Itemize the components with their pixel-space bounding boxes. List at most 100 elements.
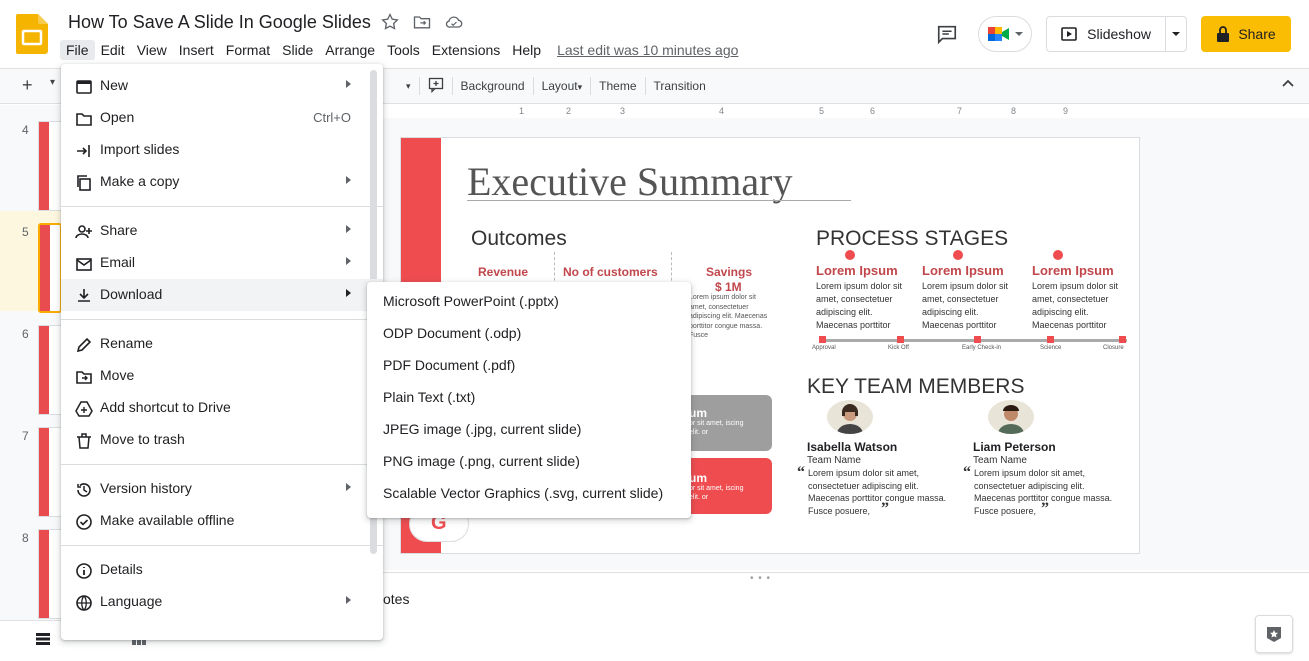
slide-thumbnail-row[interactable]: 8	[0, 517, 62, 619]
quote-close-icon: ”	[881, 500, 889, 517]
member-name[interactable]: Liam Peterson	[973, 440, 1056, 454]
slide-title[interactable]: Executive Summary	[467, 158, 792, 205]
list-view-icon[interactable]	[36, 633, 50, 645]
share-button[interactable]: Share	[1201, 16, 1291, 52]
outcome-column-revenue[interactable]: Revenue	[478, 265, 528, 279]
new-slide-plus-icon[interactable]: +	[22, 75, 33, 96]
menu-item-new[interactable]: New	[61, 70, 383, 102]
comment-add-icon[interactable]	[420, 77, 452, 96]
submenu-arrow-icon	[346, 257, 351, 265]
member-name[interactable]: Isabella Watson	[807, 440, 897, 454]
menu-item-move[interactable]: Move	[61, 360, 383, 392]
copy-icon	[77, 175, 91, 191]
transition-button[interactable]: Transition	[646, 79, 714, 93]
offline-icon	[76, 514, 92, 530]
menu-item-label: Details	[100, 561, 143, 577]
menu-arrange[interactable]: Arrange	[319, 40, 381, 60]
new-slide-dropdown-icon[interactable]: ▾	[50, 77, 55, 88]
avatar[interactable]	[827, 400, 873, 434]
member-quote[interactable]: Lorem ipsum dolor sit amet, consectetuer…	[974, 467, 1124, 517]
menu-item-shortcut: Ctrl+O	[313, 110, 351, 125]
move-to-folder-icon[interactable]	[412, 12, 432, 32]
step-title: Lorem Ipsum	[922, 263, 1004, 278]
slideshow-dropdown[interactable]	[1166, 17, 1186, 51]
download-png[interactable]: PNG image (.png, current slide)	[367, 446, 691, 478]
menu-file[interactable]: File	[60, 40, 95, 60]
slide-thumbnail-row[interactable]: 7	[0, 415, 62, 517]
timeline-marker	[897, 336, 904, 343]
menu-item-download[interactable]: Download	[61, 279, 383, 311]
menu-insert[interactable]: Insert	[173, 40, 220, 60]
explore-button[interactable]	[1255, 615, 1293, 653]
speaker-notes-panel[interactable]: • • • otes	[383, 572, 1309, 661]
member-role[interactable]: Team Name	[807, 455, 861, 466]
download-pdf[interactable]: PDF Document (.pdf)	[367, 350, 691, 382]
download-txt[interactable]: Plain Text (.txt)	[367, 382, 691, 414]
member-role[interactable]: Team Name	[973, 455, 1027, 466]
slide-thumbnail-row[interactable]: 4	[0, 109, 62, 211]
menu-item-make-available-offline[interactable]: Make available offline	[61, 505, 383, 537]
slide-thumbnail[interactable]	[38, 427, 62, 517]
app-header: How To Save A Slide In Google Slides Fil…	[0, 0, 1309, 66]
resize-handle[interactable]: • • •	[750, 573, 771, 584]
submenu-item-label: PNG image (.png, current slide)	[383, 453, 580, 469]
theme-button[interactable]: Theme	[591, 79, 644, 93]
avatar[interactable]	[988, 400, 1034, 434]
slides-logo-icon[interactable]	[16, 14, 48, 54]
outcomes-heading[interactable]: Outcomes	[471, 227, 567, 251]
menu-divider	[61, 206, 383, 207]
download-jpg[interactable]: JPEG image (.jpg, current slide)	[367, 414, 691, 446]
menu-item-open[interactable]: Open Ctrl+O	[61, 102, 383, 134]
menu-item-make-a-copy[interactable]: Make a copy	[61, 166, 383, 198]
horizontal-ruler[interactable]: 1 2 3 4 5 6 7 8 9	[383, 106, 1141, 118]
slide-thumbnail[interactable]	[38, 325, 62, 415]
menu-item-email[interactable]: Email	[61, 247, 383, 279]
slide-thumbnail-row-selected[interactable]: 5	[0, 211, 62, 313]
menu-tools[interactable]: Tools	[381, 40, 426, 60]
menu-item-import-slides[interactable]: Import slides	[61, 134, 383, 166]
star-icon[interactable]	[380, 12, 400, 32]
comments-button[interactable]	[930, 17, 964, 51]
menu-view[interactable]: View	[131, 40, 173, 60]
last-edit-link[interactable]: Last edit was 10 minutes ago	[557, 42, 738, 58]
cloud-status-icon[interactable]	[444, 12, 464, 32]
download-pptx[interactable]: Microsoft PowerPoint (.pptx)	[367, 286, 691, 318]
download-odp[interactable]: ODP Document (.odp)	[367, 318, 691, 350]
layout-button[interactable]: Layout▾	[534, 79, 591, 93]
slide-thumbnail[interactable]	[38, 223, 62, 313]
process-step[interactable]: Lorem Ipsum Lorem ipsum dolor sit amet, …	[816, 263, 916, 332]
key-team-heading[interactable]: KEY TEAM MEMBERS	[807, 375, 1024, 399]
background-button[interactable]: Background	[453, 79, 533, 93]
menu-item-version-history[interactable]: Version history	[61, 473, 383, 505]
meet-button[interactable]	[978, 16, 1033, 52]
menu-edit[interactable]: Edit	[95, 40, 131, 60]
menu-help[interactable]: Help	[506, 40, 547, 60]
outcome-column-customers[interactable]: No of customers	[563, 265, 658, 279]
menu-item-label: Move	[100, 367, 135, 383]
download-svg[interactable]: Scalable Vector Graphics (.svg, current …	[367, 478, 691, 510]
slideshow-button[interactable]: Slideshow	[1047, 17, 1166, 51]
title-underline	[467, 200, 851, 201]
process-step[interactable]: Lorem Ipsum Lorem ipsum dolor sit amet, …	[922, 263, 1022, 332]
savings-text[interactable]: Lorem ipsum dolor sit amet, consectetuer…	[689, 293, 769, 341]
slide-thumbnail[interactable]	[38, 529, 62, 619]
menu-slide[interactable]: Slide	[276, 40, 319, 60]
chevron-up-icon[interactable]	[1281, 77, 1295, 91]
menu-item-move-to-trash[interactable]: Move to trash	[61, 424, 383, 456]
menu-item-language[interactable]: Language	[61, 586, 383, 618]
slide-thumbnail[interactable]	[38, 121, 62, 211]
slide-thumbnail-row[interactable]: 6	[0, 313, 62, 415]
speaker-notes-placeholder[interactable]: otes	[383, 591, 409, 607]
line-dropdown-icon[interactable]: ▾	[398, 81, 419, 92]
menu-extensions[interactable]: Extensions	[426, 40, 506, 60]
menu-item-add-shortcut[interactable]: Add shortcut to Drive	[61, 392, 383, 424]
menu-format[interactable]: Format	[220, 40, 276, 60]
outcome-column-savings[interactable]: Savings	[706, 265, 752, 279]
savings-value[interactable]: $ 1M	[715, 280, 742, 294]
process-step[interactable]: Lorem Ipsum Lorem ipsum dolor sit amet, …	[1032, 263, 1132, 332]
process-stages-heading[interactable]: PROCESS STAGES	[816, 227, 1008, 251]
document-title[interactable]: How To Save A Slide In Google Slides	[68, 12, 371, 33]
menu-item-rename[interactable]: Rename	[61, 328, 383, 360]
menu-item-details[interactable]: Details	[61, 554, 383, 586]
menu-item-share[interactable]: Share	[61, 215, 383, 247]
